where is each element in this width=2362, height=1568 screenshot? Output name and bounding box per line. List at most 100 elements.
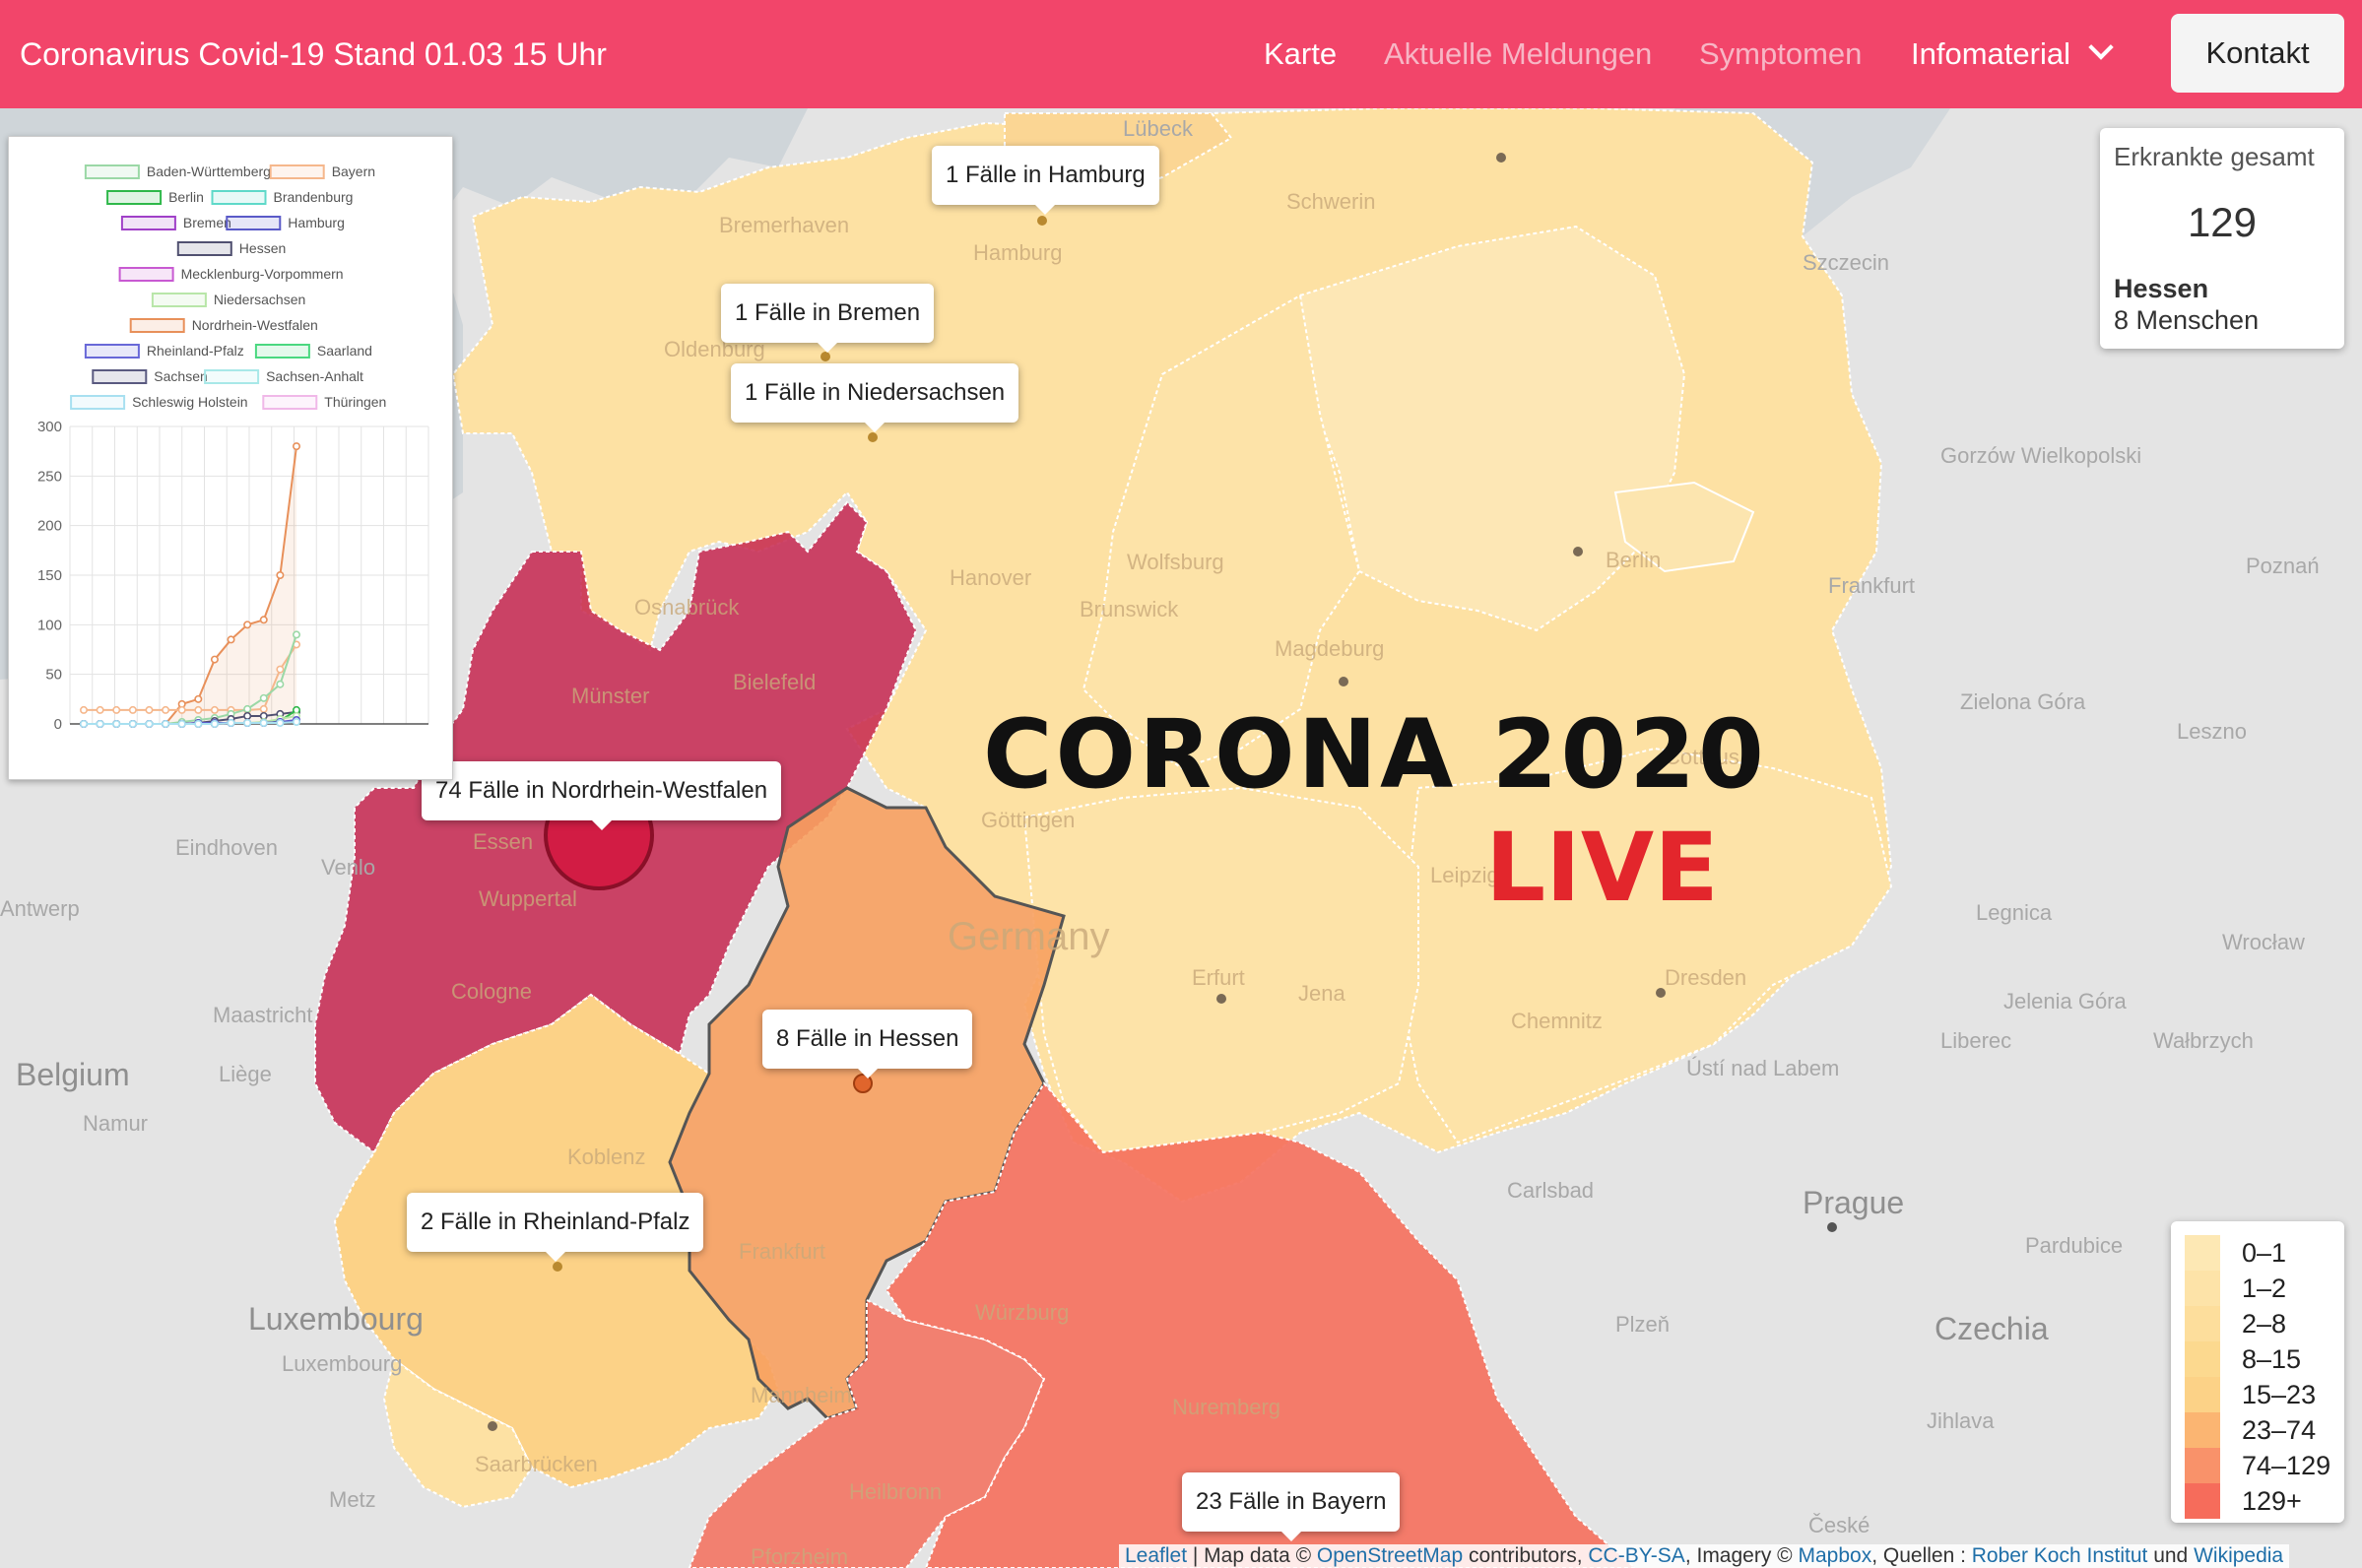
city-label: Osnabrück (634, 595, 740, 620)
city-label: Namur (83, 1111, 148, 1136)
city-label: Jihlava (1927, 1408, 1995, 1433)
chart-legend-label: Sachsen-Anhalt (266, 368, 363, 384)
chart-point (276, 665, 285, 674)
city-label: Venlo (321, 855, 375, 880)
city-label: Zielona Góra (1960, 689, 2086, 714)
popup-bayern[interactable]: 23 Fälle in Bayern (1182, 1472, 1401, 1541)
chart-point (80, 719, 89, 728)
chart-legend-swatch (84, 164, 140, 179)
nav-aktuelle-meldungen[interactable]: Aktuelle Meldungen (1384, 0, 1652, 108)
legend-label: 23–74 (2242, 1415, 2317, 1445)
city-label: Göttingen (981, 808, 1075, 832)
stats-people: 8 Menschen (2114, 305, 2260, 335)
legend-label: 0–1 (2242, 1238, 2287, 1268)
chart-legend-swatch (118, 267, 174, 282)
stats-panel: Erkrankte gesamt 129 Hessen 8 Menschen (2100, 128, 2344, 349)
app-title[interactable]: Coronavirus Covid-19 Stand 01.03 15 Uhr (20, 0, 607, 108)
chart-legend-label: Thüringen (324, 394, 386, 410)
chart-legend-swatch (70, 395, 126, 410)
city-label: Szczecin (1803, 250, 1889, 275)
popup-niedersachsen[interactable]: 1 Fälle in Niedersachsen (731, 363, 1019, 432)
cases-line-chart: Baden-Württemberg Bayern Berlin Brandenburg… (37, 163, 429, 733)
popup-hamburg[interactable]: 1 Fälle in Hamburg (932, 146, 1159, 215)
cc-link[interactable]: CC-BY-SA (1588, 1544, 1684, 1567)
city-label: Belgium (16, 1057, 130, 1092)
saarbruecken-dot (488, 1421, 497, 1431)
city-label: Czechia (1935, 1311, 2049, 1346)
chart-legend-swatch (120, 216, 176, 230)
city-label: Wuppertal (479, 886, 577, 911)
contact-button[interactable]: Kontakt (2171, 14, 2344, 93)
city-label: Ústí nad Labem (1686, 1056, 1839, 1080)
city-label: Mannheim (751, 1383, 852, 1407)
city-label: Pardubice (2025, 1233, 2123, 1258)
nav-infomaterial-label: Infomaterial (1911, 36, 2070, 71)
chart-y-tick-label: 0 (54, 716, 62, 733)
legend-swatch (2185, 1377, 2220, 1412)
popup-hessen[interactable]: 8 Fälle in Hessen (762, 1010, 973, 1078)
chart-point (177, 719, 186, 728)
city-label: Maastricht (213, 1003, 312, 1027)
nav-infomaterial-dropdown[interactable]: Infomaterial (1911, 0, 2114, 108)
country-label-germany: Germany (948, 915, 1110, 958)
city-label: Luxembourg (248, 1301, 424, 1337)
chart-legend-swatch (106, 190, 163, 205)
city-label: Metz (329, 1487, 376, 1512)
chart-point (243, 711, 252, 720)
attribution-text: contributors, (1463, 1544, 1589, 1567)
chart-point (276, 718, 285, 727)
city-label: Hamburg (973, 240, 1062, 265)
wikipedia-link[interactable]: Wikipedia (2194, 1544, 2283, 1567)
hamburg-case-dot[interactable] (1037, 216, 1047, 226)
chart-legend-swatch (151, 293, 207, 307)
top-navbar: Coronavirus Covid-19 Stand 01.03 15 Uhr … (0, 0, 2362, 108)
city-label: Bielefeld (733, 670, 816, 694)
chart-legend-label: Berlin (168, 189, 204, 205)
bremen-case-dot[interactable] (820, 352, 830, 361)
chart-point (276, 680, 285, 688)
popup-nrw[interactable]: 74 Fälle in Nordrhein-Westfalen (422, 761, 782, 830)
attribution-text: , Imagery © (1684, 1544, 1799, 1567)
chart-y-tick-label: 100 (37, 617, 62, 633)
legend-swatch (2185, 1235, 2220, 1271)
rlp-case-dot[interactable] (553, 1262, 562, 1272)
popup-rheinland-pfalz[interactable]: 2 Fälle in Rheinland-Pfalz (407, 1193, 704, 1262)
chevron-down-icon (2088, 34, 2114, 60)
nav-symptomen[interactable]: Symptomen (1699, 0, 1862, 108)
chart-point (128, 719, 137, 728)
mapbox-link[interactable]: Mapbox (1798, 1544, 1871, 1567)
city-label: Liberec (1940, 1028, 2011, 1053)
legend-swatch (2185, 1306, 2220, 1341)
city-label: Heilbronn (849, 1479, 942, 1504)
popup-bremen[interactable]: 1 Fälle in Bremen (721, 284, 935, 353)
chart-y-tick-label: 200 (37, 518, 62, 535)
map-attribution: Leaflet | Map data © OpenStreetMap contr… (1119, 1544, 2290, 1568)
chart-point (292, 442, 300, 451)
city-label: Koblenz (567, 1144, 646, 1169)
city-label: Nuremberg (1172, 1395, 1280, 1419)
nav-karte[interactable]: Karte (1264, 0, 1337, 108)
rki-link[interactable]: Rober Koch Institut (1972, 1544, 2148, 1567)
legend-row: 1–2 (2185, 1271, 2332, 1306)
chart-point (292, 717, 300, 726)
chart-point (259, 616, 268, 624)
chart-legend-swatch (211, 190, 267, 205)
chart-point (145, 705, 154, 714)
chart-point (80, 705, 89, 714)
schwerin-dot (1496, 153, 1506, 163)
city-label: Wrocław (2222, 930, 2305, 954)
city-label: Luxembourg (282, 1351, 402, 1376)
leaflet-link[interactable]: Leaflet (1125, 1544, 1187, 1567)
berlin-dot (1573, 547, 1583, 556)
osm-link[interactable]: OpenStreetMap (1317, 1544, 1463, 1567)
city-label: Poznań (2246, 554, 2320, 578)
chart-point (276, 570, 285, 579)
chart-point (162, 719, 170, 728)
city-label: Essen (473, 829, 533, 854)
niedersachsen-case-dot[interactable] (868, 432, 878, 442)
legend-row: 129+ (2185, 1483, 2332, 1519)
chart-legend-label: Mecklenburg-Vorpommern (181, 266, 344, 282)
chart-point (96, 705, 104, 714)
legend-row: 74–129 (2185, 1448, 2332, 1483)
chart-series-area (84, 446, 296, 724)
